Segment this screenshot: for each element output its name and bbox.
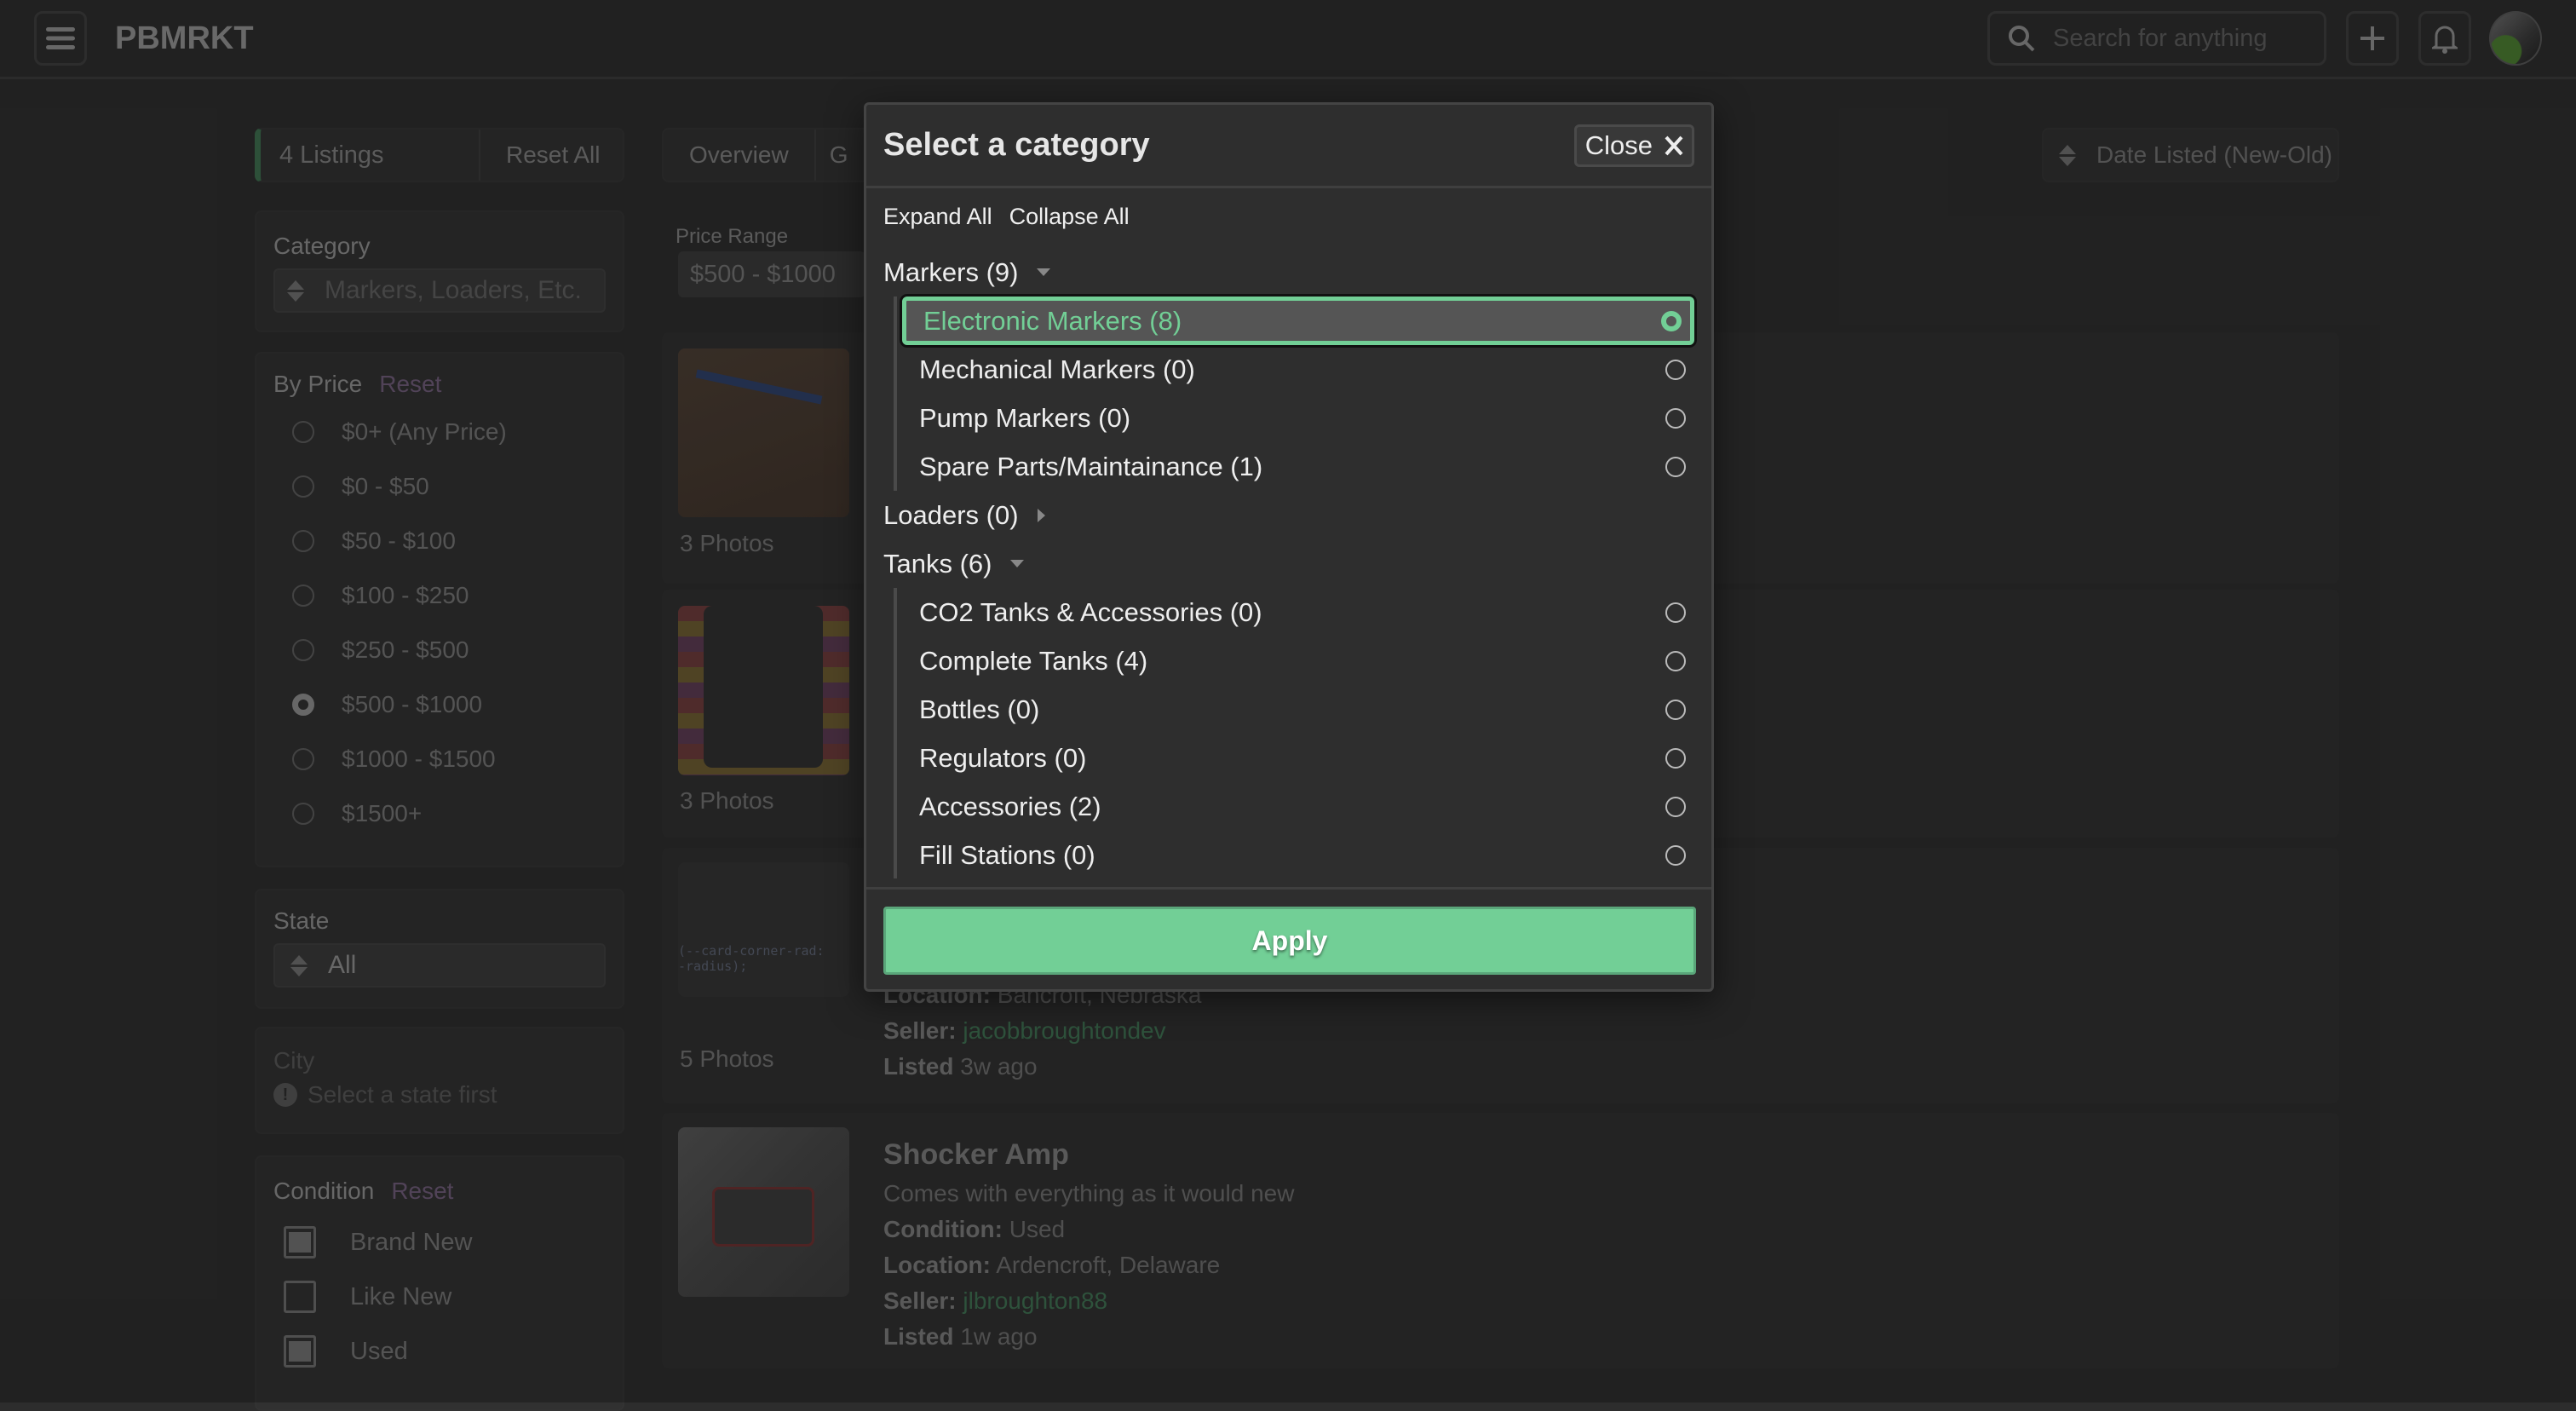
category-option-label: Accessories (2) xyxy=(919,791,1101,821)
category-option-label: Spare Parts/Maintainance (1) xyxy=(919,451,1263,481)
category-group[interactable]: Markers (9) xyxy=(883,248,1694,297)
category-option[interactable]: Pump Markers (0) xyxy=(902,394,1694,442)
category-option[interactable]: Mechanical Markers (0) xyxy=(902,345,1694,394)
close-label: Close xyxy=(1584,130,1653,160)
category-option[interactable]: Fill Stations (0) xyxy=(902,831,1694,878)
caret-down-icon[interactable] xyxy=(1010,560,1025,567)
category-option-label: Regulators (0) xyxy=(919,742,1087,773)
category-group[interactable]: Loaders (0) xyxy=(883,491,1694,539)
category-option[interactable]: Complete Tanks (4) xyxy=(902,636,1694,685)
close-button[interactable]: Close xyxy=(1573,124,1694,167)
radio-button[interactable] xyxy=(1665,456,1686,477)
group-label: Tanks (6) xyxy=(883,548,992,579)
category-modal: Select a category Close Expand All Collap… xyxy=(864,102,1714,992)
radio-button[interactable] xyxy=(1665,602,1686,623)
radio-button[interactable] xyxy=(1665,359,1686,380)
category-option[interactable]: CO2 Tanks & Accessories (0) xyxy=(902,588,1694,636)
category-option[interactable]: Spare Parts/Maintainance (1) xyxy=(902,442,1694,491)
modal-title: Select a category xyxy=(883,127,1150,163)
expand-all-button[interactable]: Expand All xyxy=(883,204,992,230)
category-option-label: Pump Markers (0) xyxy=(919,402,1131,433)
category-group[interactable]: Tanks (6) xyxy=(883,539,1694,588)
category-option[interactable]: Electronic Markers (8) xyxy=(902,297,1694,345)
radio-button[interactable] xyxy=(1665,796,1686,817)
caret-down-icon[interactable] xyxy=(1037,268,1051,276)
category-option-label: Mechanical Markers (0) xyxy=(919,354,1195,384)
category-option[interactable]: Regulators (0) xyxy=(902,734,1694,782)
category-option[interactable]: Bottles (0) xyxy=(902,685,1694,734)
group-label: Markers (9) xyxy=(883,256,1019,287)
radio-button[interactable] xyxy=(1665,407,1686,429)
radio-button[interactable] xyxy=(1665,699,1686,720)
apply-button[interactable]: Apply xyxy=(883,907,1696,975)
close-icon xyxy=(1665,135,1683,155)
collapse-all-button[interactable]: Collapse All xyxy=(1009,204,1130,230)
category-option-label: Bottles (0) xyxy=(919,694,1040,724)
caret-right-icon[interactable] xyxy=(1037,508,1045,522)
category-option[interactable]: Accessories (2) xyxy=(902,782,1694,831)
category-tree[interactable]: Markers (9) Electronic Markers (8) Mechani… xyxy=(866,248,1711,878)
category-option-label: CO2 Tanks & Accessories (0) xyxy=(919,596,1262,627)
category-option-label: Fill Stations (0) xyxy=(919,839,1095,870)
radio-button[interactable] xyxy=(1665,747,1686,769)
category-option-label: Complete Tanks (4) xyxy=(919,645,1148,676)
radio-button[interactable] xyxy=(1661,310,1682,331)
radio-button[interactable] xyxy=(1665,844,1686,866)
category-option-label: Electronic Markers (8) xyxy=(923,305,1182,336)
radio-button[interactable] xyxy=(1665,650,1686,671)
group-label: Loaders (0) xyxy=(883,499,1019,530)
